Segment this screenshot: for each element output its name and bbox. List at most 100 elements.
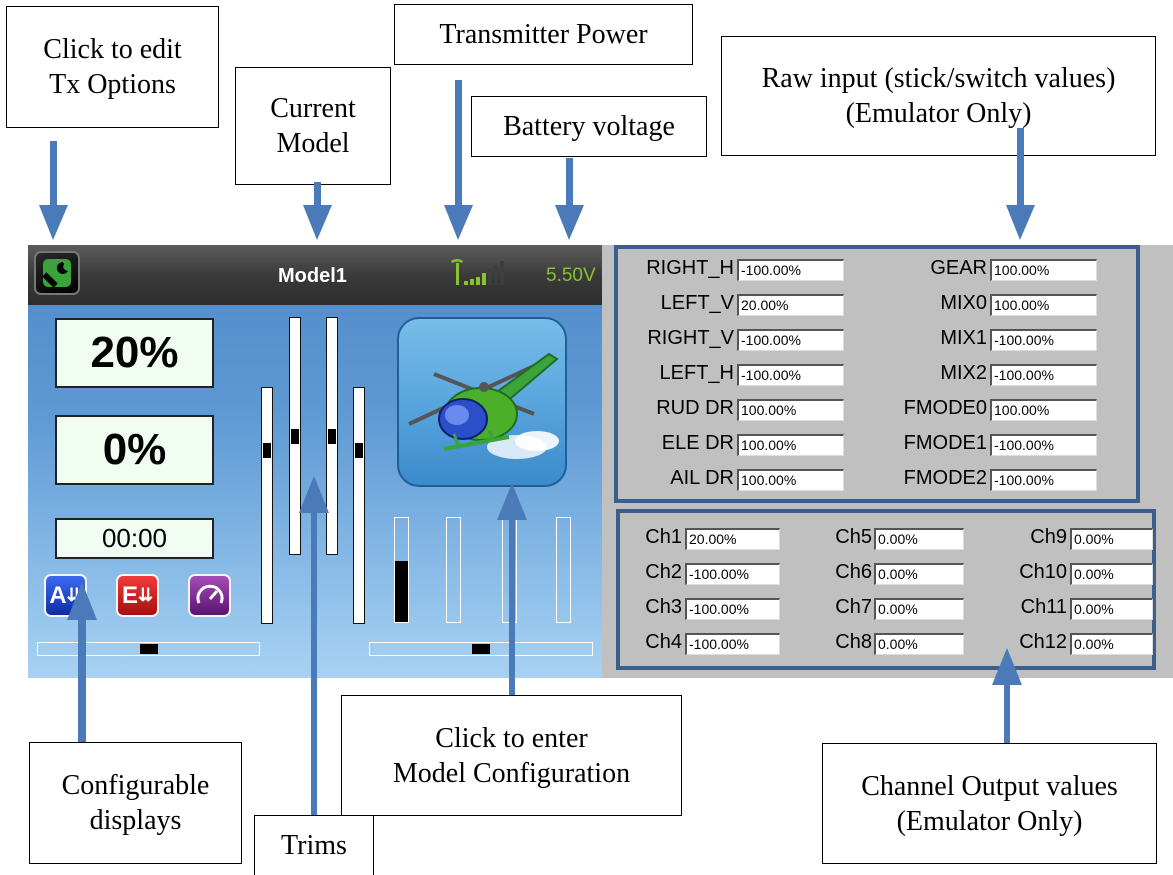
aileron-icon[interactable]: A ⇊: [44, 574, 87, 617]
channel-bar-4: [556, 517, 571, 623]
raw-input-right-h-label: RIGHT_H: [646, 257, 734, 279]
callout-raw-input-line1: Raw input (stick/switch values): [761, 63, 1116, 94]
trim-horizontal-right[interactable]: [369, 642, 593, 656]
elevator-icon-arrows: ⇊: [137, 585, 154, 605]
channel-ch12-field[interactable]: 0.00%: [1070, 633, 1153, 655]
raw-input-gear-field[interactable]: 100.00%: [990, 259, 1097, 281]
trim-knob[interactable]: [355, 443, 363, 458]
arrow-tx-power-head: [444, 205, 473, 240]
callout-model-config-line2: Model Configuration: [392, 757, 631, 789]
callout-battery: Battery voltage: [471, 96, 707, 157]
arrow-current-model-shaft: [314, 182, 321, 205]
channel-ch2-field[interactable]: -100.00%: [685, 563, 780, 585]
trim-knob[interactable]: [328, 429, 336, 444]
raw-input-mix1-label: MIX1: [940, 327, 987, 349]
arrow-current-model-head: [303, 205, 332, 240]
channel-bar-2: [446, 517, 461, 623]
trim-vertical-2[interactable]: [289, 317, 301, 555]
channel-ch10-field[interactable]: 0.00%: [1070, 563, 1153, 585]
raw-input-ail-dr-field[interactable]: 100.00%: [737, 469, 844, 491]
raw-input-right-h-field[interactable]: -100.00%: [737, 259, 844, 281]
channel-ch2-label: Ch2: [645, 561, 682, 583]
callout-current-model: Current Model: [235, 67, 391, 185]
channel-ch3-label: Ch3: [645, 596, 682, 618]
emulator-panel: RIGHT_H -100.00% LEFT_V 20.00% RIGHT_V -100.0…: [602, 245, 1173, 678]
raw-input-fmode2-field[interactable]: -100.00%: [990, 469, 1097, 491]
display-box-1[interactable]: 20%: [55, 318, 214, 388]
trim-knob[interactable]: [263, 443, 271, 458]
arrow-battery-shaft: [566, 158, 573, 205]
trim-knob[interactable]: [472, 644, 490, 654]
channel-ch9-field[interactable]: 0.00%: [1070, 528, 1153, 550]
channel-ch5-label: Ch5: [835, 526, 872, 548]
model-config-button[interactable]: [397, 317, 567, 487]
channel-ch6-field[interactable]: 0.00%: [874, 563, 964, 585]
channel-ch9-label: Ch9: [1030, 526, 1067, 548]
raw-input-mix1-field[interactable]: -100.00%: [990, 329, 1097, 351]
current-model-name[interactable]: Model1: [278, 265, 347, 288]
helicopter-icon: [408, 352, 559, 459]
callout-channel-output: Channel Output values (Emulator Only): [822, 743, 1157, 864]
raw-input-fmode0-field[interactable]: 100.00%: [990, 399, 1097, 421]
arrow-tx-options-head: [39, 205, 68, 240]
gauge-dial: [196, 584, 223, 604]
raw-input-left-h-field[interactable]: -100.00%: [737, 364, 844, 386]
arrow-raw-input-head: [1006, 205, 1035, 240]
raw-input-fmode0-label: FMODE0: [903, 397, 987, 419]
raw-input-right-v-field[interactable]: -100.00%: [737, 329, 844, 351]
channel-ch1-label: Ch1: [645, 526, 682, 548]
raw-input-mix0-field[interactable]: 100.00%: [990, 294, 1097, 316]
channel-ch1-field[interactable]: 20.00%: [685, 528, 780, 550]
channel-ch11-field[interactable]: 0.00%: [1070, 598, 1153, 620]
channel-ch6-label: Ch6: [835, 561, 872, 583]
timer-value: 00:00: [101, 523, 168, 553]
channel-ch8-label: Ch8: [835, 631, 872, 653]
channel-ch11-label: Ch11: [1020, 596, 1067, 618]
trim-vertical-1[interactable]: [261, 387, 273, 624]
tx-options-button[interactable]: [34, 251, 80, 295]
callout-current-model-line1: Current: [270, 93, 356, 124]
raw-input-left-v-field[interactable]: 20.00%: [737, 294, 844, 316]
raw-input-mix2-label: MIX2: [940, 362, 987, 384]
channel-ch3-field[interactable]: -100.00%: [685, 598, 780, 620]
trim-vertical-4[interactable]: [353, 387, 365, 624]
callout-model-config-line1: Click to enter: [435, 722, 588, 754]
raw-input-fmode2-label: FMODE2: [903, 467, 987, 489]
channel-ch12-label: Ch12: [1019, 631, 1067, 653]
channel-ch8-field[interactable]: 0.00%: [874, 633, 964, 655]
elevator-icon[interactable]: E ⇊: [116, 574, 159, 617]
battery-voltage: 5.50V: [546, 265, 596, 286]
raw-input-right-v-label: RIGHT_V: [647, 327, 734, 349]
channel-ch5-field[interactable]: 0.00%: [874, 528, 964, 550]
arrow-tx-options-shaft: [50, 141, 57, 205]
channel-ch4-field[interactable]: -100.00%: [685, 633, 780, 655]
trim-horizontal-left[interactable]: [37, 642, 260, 656]
callout-configurable-line1: Configurable: [61, 770, 210, 801]
wrench-icon: [42, 259, 71, 288]
display-value-2: 0%: [102, 425, 167, 474]
trim-knob[interactable]: [140, 644, 158, 654]
raw-input-mix0-label: MIX0: [940, 292, 987, 314]
gauge-icon[interactable]: [188, 574, 231, 617]
channel-ch10-label: Ch10: [1019, 561, 1067, 583]
channel-bar-1-fill: [395, 561, 408, 622]
transmitter-screen: Model1 5.50V 20% 0% 00:00 A ⇊ E ⇊: [28, 245, 602, 678]
trim-knob[interactable]: [291, 429, 299, 444]
raw-input-fmode1-label: FMODE1: [903, 432, 987, 454]
trim-vertical-3[interactable]: [326, 317, 338, 555]
channel-bar-3: [502, 517, 517, 623]
raw-input-fmode1-field[interactable]: -100.00%: [990, 434, 1097, 456]
callout-channel-output-line2: (Emulator Only): [896, 805, 1083, 837]
raw-input-mix2-field[interactable]: -100.00%: [990, 364, 1097, 386]
callout-tx-power: Transmitter Power: [394, 4, 693, 65]
callout-current-model-line2: Model: [276, 128, 350, 159]
display-box-2[interactable]: 0%: [55, 415, 214, 485]
raw-input-rud-dr-field[interactable]: 100.00%: [737, 399, 844, 421]
channel-ch7-field[interactable]: 0.00%: [874, 598, 964, 620]
elevator-icon-letter: E: [121, 581, 138, 609]
arrow-battery-head: [555, 205, 584, 240]
timer-box[interactable]: 00:00: [55, 518, 214, 559]
raw-input-ele-dr-field[interactable]: 100.00%: [737, 434, 844, 456]
aileron-icon-arrows: ⇊: [66, 585, 82, 605]
callout-trims: Trims: [254, 815, 374, 875]
